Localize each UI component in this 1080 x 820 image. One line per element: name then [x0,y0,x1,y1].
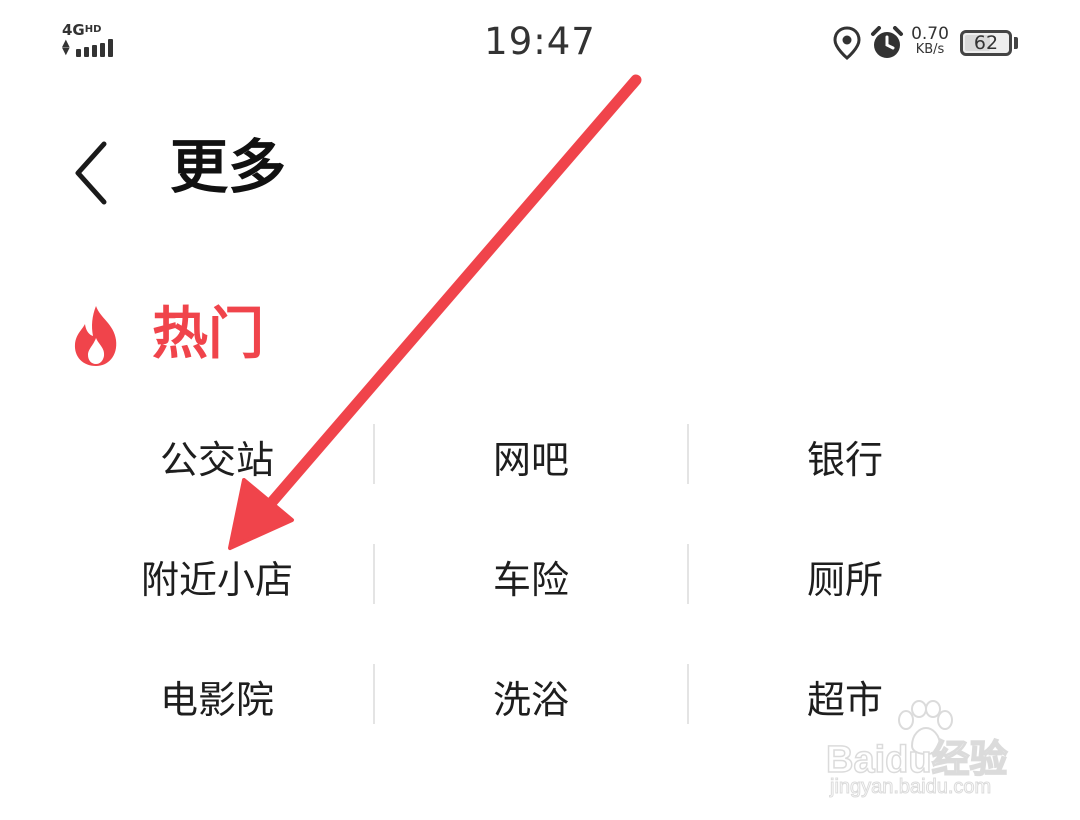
page-header: 更多 [0,110,1080,220]
status-icons: 0.70 KB/s 62 [832,22,1032,66]
page-title: 更多 [170,133,287,201]
screen: 4GHD ▲ ▼ 19:47 0.70 KB/s 62 更多 热门 公交站 网吧… [0,0,1080,820]
baidu-jingyan-watermark: Baidu经验 jingyan.baidu.com [825,700,1046,810]
battery-tip [1014,37,1018,49]
category-bathhouse[interactable]: 洗浴 [374,636,688,756]
category-cinema[interactable]: 电影院 [60,636,374,756]
location-icon [833,26,861,60]
chevron-left-icon [75,141,107,205]
section-title: 热门 [152,302,264,367]
category-bank[interactable]: 银行 [688,396,1002,516]
category-car-insurance[interactable]: 车险 [374,516,688,636]
battery-level: 62 [973,32,999,54]
alarm-icon [871,26,903,58]
hot-section-header: 热门 [66,300,466,374]
watermark-url: jingyan.baidu.com [829,776,992,799]
network-speed: 0.70 KB/s [911,24,949,57]
fire-icon [74,306,117,366]
category-bus-stop[interactable]: 公交站 [60,396,374,516]
category-nearby-shop[interactable]: 附近小店 [60,516,374,636]
battery-icon: 62 [960,30,1012,56]
status-bar: 4GHD ▲ ▼ 19:47 0.70 KB/s 62 [0,0,1080,80]
category-internet-cafe[interactable]: 网吧 [374,396,688,516]
grid-row: 附近小店 车险 厕所 [60,516,1002,636]
category-toilet[interactable]: 厕所 [688,516,1002,636]
watermark-brand: Baidu经验 [825,738,1008,782]
back-button[interactable] [60,130,130,210]
grid-row: 公交站 网吧 银行 [60,396,1002,516]
